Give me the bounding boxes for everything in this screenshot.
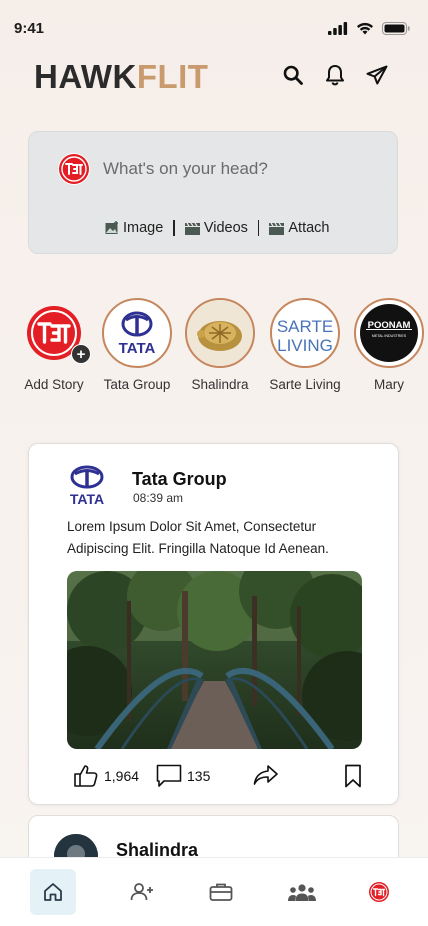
story-tata-group[interactable]: TATA Tata Group [97, 298, 177, 392]
attach-icon [269, 222, 285, 235]
stories-row: + Add Story TATA Tata Group Shalindra SA… [0, 298, 428, 398]
divider [257, 220, 260, 236]
post-author-avatar[interactable]: TATA [65, 464, 109, 508]
story-label: Mary [374, 377, 404, 392]
bottom-navigation [0, 857, 428, 926]
sarte-logo-line2: LIVING [277, 336, 333, 355]
composer-input[interactable] [103, 156, 373, 182]
post-actions: 1,964 135 [73, 764, 363, 790]
story-mary[interactable]: POONAM METAL INDUSTRIES Mary [349, 298, 428, 392]
comment-count: 135 [187, 768, 211, 784]
nav-groups[interactable] [279, 869, 325, 915]
comment-icon [156, 764, 182, 787]
nav-home[interactable] [30, 869, 76, 915]
videos-button[interactable]: Videos [184, 220, 248, 236]
app-header: HAWKFLIT [0, 58, 428, 98]
like-count: 1,964 [104, 768, 140, 784]
attach-button[interactable]: Attach [269, 220, 330, 236]
send-icon[interactable] [366, 64, 388, 86]
thumbs-up-icon [74, 765, 98, 787]
search-icon[interactable] [282, 64, 304, 86]
wifi-icon [357, 22, 373, 35]
post-author-logo-text: TATA [70, 491, 104, 507]
image-label: Image [123, 220, 164, 236]
status-bar: 9:41 [0, 0, 428, 50]
groups-icon [288, 884, 316, 901]
story-avatar [185, 298, 255, 368]
post-author-name[interactable]: Tata Group [132, 469, 227, 490]
post-image[interactable] [67, 571, 362, 749]
story-add[interactable]: + Add Story [14, 298, 94, 392]
share-button[interactable] [253, 764, 279, 786]
story-sarte-living[interactable]: SARTE LIVING Sarte Living [265, 298, 345, 392]
nav-profile[interactable] [356, 869, 402, 915]
status-time: 9:41 [14, 20, 45, 37]
poonam-logo-text: POONAM [368, 320, 411, 331]
add-friend-icon [130, 883, 153, 901]
status-icons [328, 22, 410, 35]
logo-part1: HAWK [34, 58, 137, 95]
video-icon [184, 222, 200, 235]
signal-icon [328, 22, 348, 35]
add-story-icon[interactable]: + [71, 344, 91, 364]
app-logo: HAWKFLIT [34, 58, 208, 96]
bookmark-icon [345, 764, 361, 788]
home-icon [44, 883, 62, 901]
post-composer: Image Videos Attach [28, 131, 398, 254]
composer-actions: Image Videos Attach [105, 220, 330, 236]
header-actions [282, 64, 388, 86]
videos-label: Videos [203, 220, 248, 236]
attach-label: Attach [288, 220, 330, 236]
nav-add-friend[interactable] [119, 869, 165, 915]
tata-logo-text: TATA [119, 340, 156, 357]
sarte-logo-line1: SARTE [277, 317, 333, 336]
briefcase-icon [209, 883, 233, 901]
logo-part2: FLIT [136, 58, 209, 95]
divider [173, 220, 175, 236]
story-label: Sarte Living [269, 377, 341, 392]
image-button[interactable]: Image [105, 220, 163, 236]
profile-icon [369, 882, 389, 902]
comment-button[interactable]: 135 [156, 764, 210, 788]
story-label: Add Story [24, 377, 84, 392]
like-button[interactable]: 1,964 [73, 764, 139, 788]
post-text: Lorem Ipsum Dolor Sit Amet, Consectetur … [67, 519, 329, 556]
image-icon [105, 221, 118, 234]
story-shalindra[interactable]: Shalindra [180, 298, 260, 392]
battery-icon [382, 22, 410, 35]
story-avatar: TATA [102, 298, 172, 368]
story-label: Tata Group [103, 377, 171, 392]
story-label: Shalindra [191, 377, 249, 392]
story-avatar: POONAM METAL INDUSTRIES [354, 298, 424, 368]
post-card: TATA Tata Group 08:39 am Lorem Ipsum Dol… [28, 443, 399, 805]
post-timestamp: 08:39 am [133, 491, 184, 505]
poonam-logo-sub: METAL INDUSTRIES [372, 334, 407, 338]
nav-briefcase[interactable] [198, 869, 244, 915]
bell-icon[interactable] [324, 64, 346, 86]
story-avatar: SARTE LIVING [270, 298, 340, 368]
share-icon [253, 765, 278, 785]
bookmark-button[interactable] [344, 764, 362, 788]
user-avatar[interactable] [58, 153, 90, 185]
